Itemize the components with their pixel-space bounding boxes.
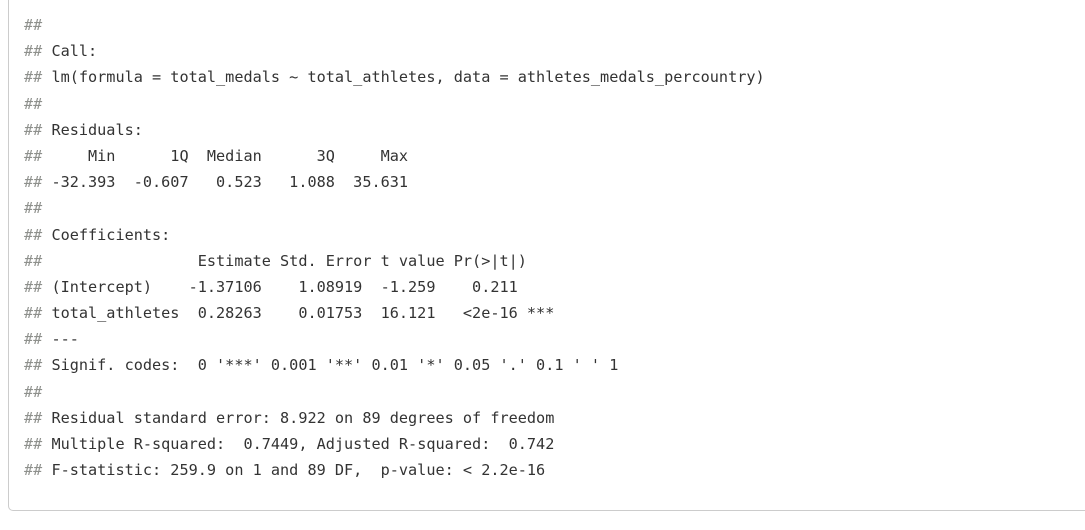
- output-line-call-label: ## Call:: [24, 42, 98, 61]
- comment-prefix: ##: [24, 16, 43, 34]
- output-line-f-statistic: ## F-statistic: 259.9 on 1 and 89 DF, p-…: [24, 461, 546, 480]
- output-line-blank: ##: [24, 195, 1085, 221]
- output-line-coef-total-athletes: ## total_athletes 0.28263 0.01753 16.121…: [24, 304, 555, 323]
- output-line-coef-intercept: ## (Intercept) -1.37106 1.08919 -1.259 0…: [24, 277, 555, 296]
- output-line-coefficients-header: ## Estimate Std. Error t value Pr(>|t|): [24, 251, 564, 270]
- comment-prefix: ##: [24, 277, 43, 296]
- comment-prefix: ##: [24, 382, 43, 401]
- comment-prefix: ##: [24, 120, 43, 139]
- comment-prefix: ##: [24, 146, 43, 165]
- output-line-coefficients-label: ## Coefficients:: [24, 225, 171, 244]
- comment-prefix: ##: [24, 199, 43, 218]
- output-line-call: ## lm(formula = total_medals ~ total_ath…: [24, 68, 765, 87]
- output-line-r-squared: ## Multiple R-squared: 0.7449, Adjusted …: [24, 435, 564, 453]
- comment-prefix: ##: [24, 408, 43, 427]
- output-line-residuals-values: ## -32.393 -0.607 0.523 1.088 35.631: [24, 173, 418, 192]
- output-line-residuals-header: ## Min 1Q Median 3Q Max: [24, 146, 418, 165]
- output-line-blank: ##: [24, 91, 1085, 117]
- comment-prefix: ##: [24, 68, 43, 87]
- output-line-blank: ##: [24, 379, 1085, 405]
- output-line-residuals-label: ## Residuals:: [24, 120, 143, 139]
- comment-prefix: ##: [24, 435, 43, 453]
- comment-prefix: ##: [24, 304, 43, 323]
- comment-prefix: ##: [24, 356, 43, 375]
- output-line-separator: ## ---: [24, 330, 79, 349]
- comment-prefix: ##: [24, 94, 43, 113]
- output-line-residual-std-error: ## Residual standard error: 8.922 on 89 …: [24, 408, 555, 427]
- output-line-signif-codes: ## Signif. codes: 0 '***' 0.001 '**' 0.0…: [24, 356, 619, 375]
- comment-prefix: ##: [24, 173, 43, 192]
- r-output-block: ## ## Call: ## lm(formula = total_medals…: [8, 0, 1085, 511]
- output-line-blank: ##: [24, 12, 1085, 38]
- comment-prefix: ##: [24, 42, 43, 61]
- comment-prefix: ##: [24, 461, 43, 480]
- comment-prefix: ##: [24, 330, 43, 349]
- comment-prefix: ##: [24, 225, 43, 244]
- comment-prefix: ##: [24, 251, 43, 270]
